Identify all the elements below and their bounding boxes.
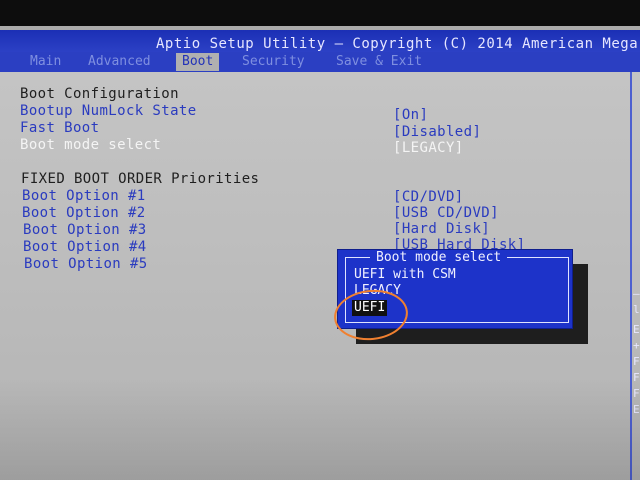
popup-option-uefi-csm[interactable]: UEFI with CSM xyxy=(354,267,456,283)
setting-fast-boot-value[interactable]: [Disabled] xyxy=(393,124,481,140)
boot-option-1-value[interactable]: [CD/DVD] xyxy=(393,189,464,205)
tab-boot[interactable]: Boot xyxy=(176,53,220,71)
help-char: F xyxy=(633,355,640,368)
help-char: F xyxy=(633,387,640,400)
boot-option-4-label[interactable]: Boot Option #4 xyxy=(23,239,147,255)
monitor-bezel xyxy=(0,0,640,26)
section-heading-boot-order: FIXED BOOT ORDER Priorities xyxy=(21,171,260,187)
panel-divider xyxy=(630,72,632,480)
popup-title: Boot mode select xyxy=(370,250,508,266)
tab-main[interactable]: Main xyxy=(30,53,61,71)
help-char: l xyxy=(633,303,640,316)
section-heading-boot-config: Boot Configuration xyxy=(20,86,179,102)
setting-boot-mode-value[interactable]: [LEGACY] xyxy=(393,140,464,156)
help-char: – xyxy=(633,287,640,300)
tab-advanced[interactable]: Advanced xyxy=(88,53,151,71)
boot-option-3-label[interactable]: Boot Option #3 xyxy=(23,222,147,238)
help-char: E xyxy=(633,403,640,416)
boot-option-3-value[interactable]: [Hard Disk] xyxy=(393,221,490,237)
setting-numlock-value[interactable]: [On] xyxy=(393,107,428,123)
boot-option-2-value[interactable]: [USB CD/DVD] xyxy=(393,205,499,221)
setting-numlock-label[interactable]: Bootup NumLock State xyxy=(20,103,197,119)
help-char: + xyxy=(633,339,640,352)
tab-security[interactable]: Security xyxy=(242,53,305,71)
boot-option-1-label[interactable]: Boot Option #1 xyxy=(22,188,146,204)
setting-boot-mode-label[interactable]: Boot mode select xyxy=(20,137,161,153)
boot-option-2-label[interactable]: Boot Option #2 xyxy=(22,205,146,221)
help-char: F xyxy=(633,371,640,384)
app-title: Aptio Setup Utility – Copyright (C) 2014… xyxy=(156,36,639,52)
setting-fast-boot-label[interactable]: Fast Boot xyxy=(20,120,99,136)
bios-screen: Aptio Setup Utility – Copyright (C) 2014… xyxy=(0,0,640,480)
tab-save-exit[interactable]: Save & Exit xyxy=(336,53,422,71)
boot-option-5-label[interactable]: Boot Option #5 xyxy=(24,256,148,272)
help-char: E xyxy=(633,323,640,336)
